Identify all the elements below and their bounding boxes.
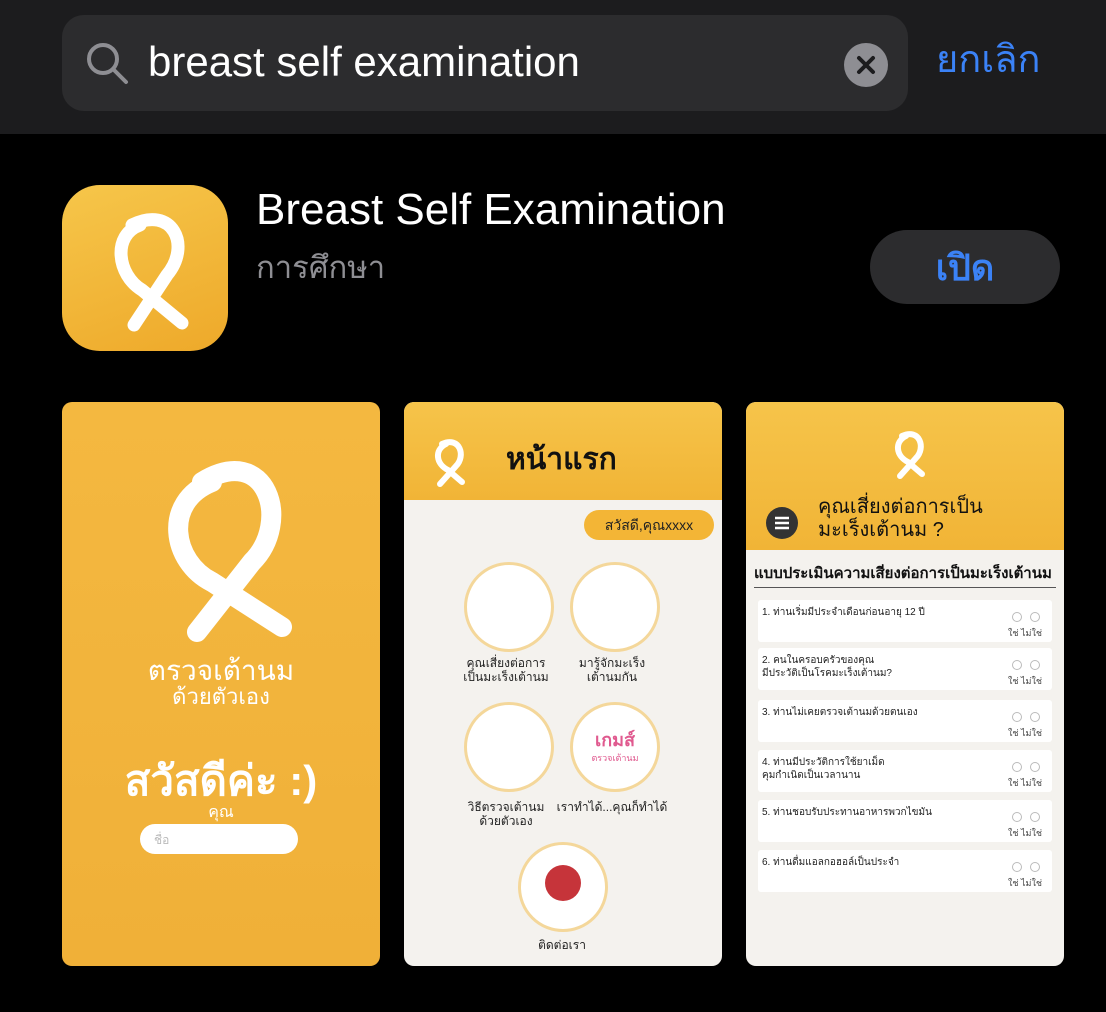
- screenshot-2[interactable]: หน้าแรก สวัสดี,คุณxxxx คุณเสี่ยงต่อการ เ…: [404, 402, 722, 966]
- s2-item-label: ติดต่อเรา: [538, 938, 586, 952]
- s3-title: คุณเสี่ยงต่อการเป็น มะเร็งเต้านม ?: [818, 496, 983, 541]
- answer-options: ใช่ ไม่ใช่: [1008, 712, 1044, 740]
- s2-greeting: สวัสดี,คุณxxxx: [584, 510, 714, 540]
- s1-subtitle: ด้วยตัวเอง: [172, 684, 270, 709]
- question-text: 3. ท่านไม่เคยตรวจเต้านมด้วยตนเอง: [762, 707, 918, 718]
- game-icon: เกมส์ ตรวจเต้านม: [570, 702, 660, 792]
- app-name[interactable]: Breast Self Examination: [256, 183, 726, 237]
- question-text: 6. ท่านดื่มแอลกอฮอล์เป็นประจำ: [762, 857, 900, 868]
- question-text: 2. คนในครอบครัวของคุณ มีประวัติเป็นโรคมะ…: [762, 655, 892, 679]
- question-row: 2. คนในครอบครัวของคุณ มีประวัติเป็นโรคมะ…: [758, 648, 1052, 690]
- s1-you-label: คุณ: [208, 804, 234, 821]
- ribbon-icon: [168, 461, 292, 642]
- question-text: 4. ท่านมีประวัติการใช้ยาเม็ด คุมกำเนิดเป…: [762, 757, 885, 781]
- s2-item-label: เราทำได้...คุณก็ทำได้: [556, 800, 668, 814]
- game-label: เกมส์: [595, 730, 635, 750]
- s2-header: หน้าแรก: [404, 402, 722, 500]
- seal-icon: [545, 865, 581, 901]
- risk-assessment-icon: [464, 562, 554, 652]
- s3-section-title: แบบประเมินความเสี่ยงต่อการเป็นมะเร็งเต้า…: [754, 564, 1056, 588]
- question-text: 1. ท่านเริ่มมีประจำเดือนก่อนอายุ 12 ปี: [762, 607, 925, 618]
- answer-options: ใช่ ไม่ใช่: [1008, 862, 1044, 890]
- open-button[interactable]: เปิด: [870, 230, 1060, 304]
- ribbon-icon: [435, 439, 465, 487]
- s2-title: หน้าแรก: [506, 443, 617, 476]
- question-text: 5. ท่านชอบรับประทานอาหารพวกไขมัน: [762, 807, 932, 818]
- search-field[interactable]: breast self examination: [62, 15, 908, 111]
- screenshot-3[interactable]: คุณเสี่ยงต่อการเป็น มะเร็งเต้านม ? แบบปร…: [746, 402, 1064, 966]
- s3-header: คุณเสี่ยงต่อการเป็น มะเร็งเต้านม ?: [746, 402, 1064, 550]
- ribbon-icon: [895, 431, 925, 479]
- question-row: 5. ท่านชอบรับประทานอาหารพวกไขมัน ใช่ ไม่…: [758, 800, 1052, 842]
- answer-options: ใช่ ไม่ใช่: [1008, 612, 1044, 640]
- s2-item-label: มารู้จักมะเร็ง เต้านมกัน: [578, 656, 646, 684]
- contact-icon: [518, 842, 608, 932]
- question-row: 1. ท่านเริ่มมีประจำเดือนก่อนอายุ 12 ปี ใ…: [758, 600, 1052, 642]
- ribbon-icon: [114, 213, 189, 332]
- app-icon[interactable]: [62, 185, 228, 351]
- about-cancer-icon: [570, 562, 660, 652]
- clear-search-icon[interactable]: [844, 43, 888, 87]
- question-row: 4. ท่านมีประวัติการใช้ยาเม็ด คุมกำเนิดเป…: [758, 750, 1052, 792]
- answer-options: ใช่ ไม่ใช่: [1008, 660, 1044, 688]
- question-row: 6. ท่านดื่มแอลกอฮอล์เป็นประจำ ใช่ ไม่ใช่: [758, 850, 1052, 892]
- answer-options: ใช่ ไม่ใช่: [1008, 762, 1044, 790]
- s1-name-input: ชื่อ: [140, 824, 298, 854]
- s1-title: ตรวจเต้านม: [147, 655, 295, 686]
- s1-greeting: สวัสดีค่ะ :): [124, 757, 318, 804]
- app-category: การศึกษา: [256, 250, 386, 285]
- answer-options: ใช่ ไม่ใช่: [1008, 812, 1044, 840]
- search-header: breast self examination ยกเลิก: [0, 0, 1106, 134]
- question-row: 3. ท่านไม่เคยตรวจเต้านมด้วยตนเอง ใช่ ไม่…: [758, 700, 1052, 742]
- screenshot-1[interactable]: ตรวจเต้านม ด้วยตัวเอง สวัสดีค่ะ :) คุณ ช…: [62, 402, 380, 966]
- search-icon: [87, 43, 128, 84]
- search-input[interactable]: breast self examination: [148, 33, 580, 91]
- menu-icon: [766, 507, 798, 539]
- game-sub-label: ตรวจเต้านม: [591, 753, 639, 763]
- cancel-button[interactable]: ยกเลิก: [936, 34, 1041, 86]
- self-exam-icon: [464, 702, 554, 792]
